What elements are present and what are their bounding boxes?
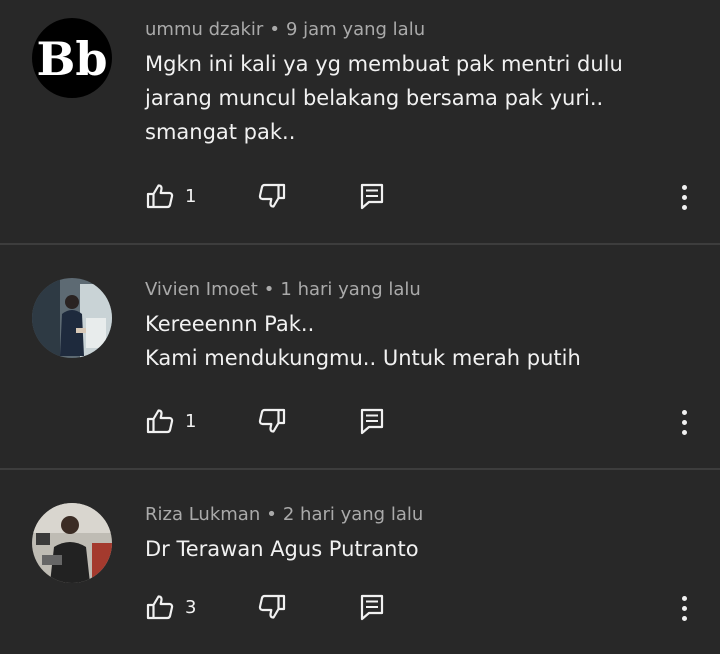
dislike-button[interactable] xyxy=(257,406,287,436)
reply-icon xyxy=(360,408,384,435)
like-button[interactable]: 3 xyxy=(145,592,196,622)
reply-icon xyxy=(360,183,384,210)
like-button[interactable]: 1 xyxy=(145,181,196,211)
avatar[interactable] xyxy=(32,278,112,358)
more-vertical-icon xyxy=(682,596,687,601)
reply-button[interactable] xyxy=(360,406,384,436)
more-options-button[interactable] xyxy=(673,183,695,213)
more-options-button[interactable] xyxy=(673,594,695,624)
reply-button[interactable] xyxy=(360,181,384,211)
timestamp[interactable]: 2 hari yang lalu xyxy=(283,504,423,525)
meta-separator: • xyxy=(266,504,277,525)
comment-meta: Vivien Imoet • 1 hari yang lalu xyxy=(145,279,421,300)
meta-separator: • xyxy=(263,279,275,300)
comment-line: jarang muncul belakang bersama pak yuri.… xyxy=(145,86,604,110)
comment-line: smangat pak.. xyxy=(145,120,296,144)
comment-meta: Riza Lukman • 2 hari yang lalu xyxy=(145,504,423,525)
thumb-down-icon xyxy=(258,183,286,208)
like-button[interactable]: 1 xyxy=(145,406,196,436)
comment-line: Mgkn ini kali ya yg membuat pak mentri d… xyxy=(145,52,623,76)
comment-meta: ummu dzakir • 9 jam yang lalu xyxy=(145,19,425,40)
more-options-button[interactable] xyxy=(673,408,695,438)
author-name[interactable]: Riza Lukman xyxy=(145,504,260,525)
avatar[interactable]: Bb xyxy=(32,18,112,98)
like-count: 1 xyxy=(185,185,197,207)
like-count: 3 xyxy=(185,596,197,618)
reply-button[interactable] xyxy=(360,592,384,622)
comment-text: Dr Terawan Agus Putranto xyxy=(145,532,685,566)
reply-icon xyxy=(360,594,384,621)
thumb-down-icon xyxy=(258,408,286,433)
author-name[interactable]: ummu dzakir xyxy=(145,19,263,40)
comment-item: Riza Lukman • 2 hari yang lalu Dr Terawan … xyxy=(0,470,720,654)
like-count: 1 xyxy=(185,410,197,432)
comment-line: Kereeennn Pak.. xyxy=(145,312,315,336)
more-vertical-icon xyxy=(682,185,687,190)
author-name[interactable]: Vivien Imoet xyxy=(145,279,258,300)
thumb-down-icon xyxy=(258,594,286,619)
comment-item: Vivien Imoet • 1 hari yang lalu Kereeennn … xyxy=(0,245,720,470)
timestamp[interactable]: 9 jam yang lalu xyxy=(286,19,425,40)
thumb-up-icon xyxy=(146,184,174,209)
meta-separator: • xyxy=(269,19,280,40)
dislike-button[interactable] xyxy=(257,592,287,622)
dislike-button[interactable] xyxy=(257,181,287,211)
thumb-up-icon xyxy=(146,409,174,434)
avatar[interactable] xyxy=(32,503,112,583)
timestamp[interactable]: 1 hari yang lalu xyxy=(280,279,420,300)
thumb-up-icon xyxy=(146,595,174,620)
comment-text: Kereeennn Pak.. Kami mendukungmu.. Untuk… xyxy=(145,307,685,375)
comment-line: Kami mendukungmu.. Untuk merah putih xyxy=(145,346,581,370)
comment-text: Mgkn ini kali ya yg membuat pak mentri d… xyxy=(145,47,685,149)
svg-text:Bb: Bb xyxy=(36,32,107,86)
comment-line: Dr Terawan Agus Putranto xyxy=(145,537,419,561)
comment-item: Bb ummu dzakir • 9 jam yang lalu Mgkn ini … xyxy=(0,0,720,245)
more-vertical-icon xyxy=(682,410,687,415)
